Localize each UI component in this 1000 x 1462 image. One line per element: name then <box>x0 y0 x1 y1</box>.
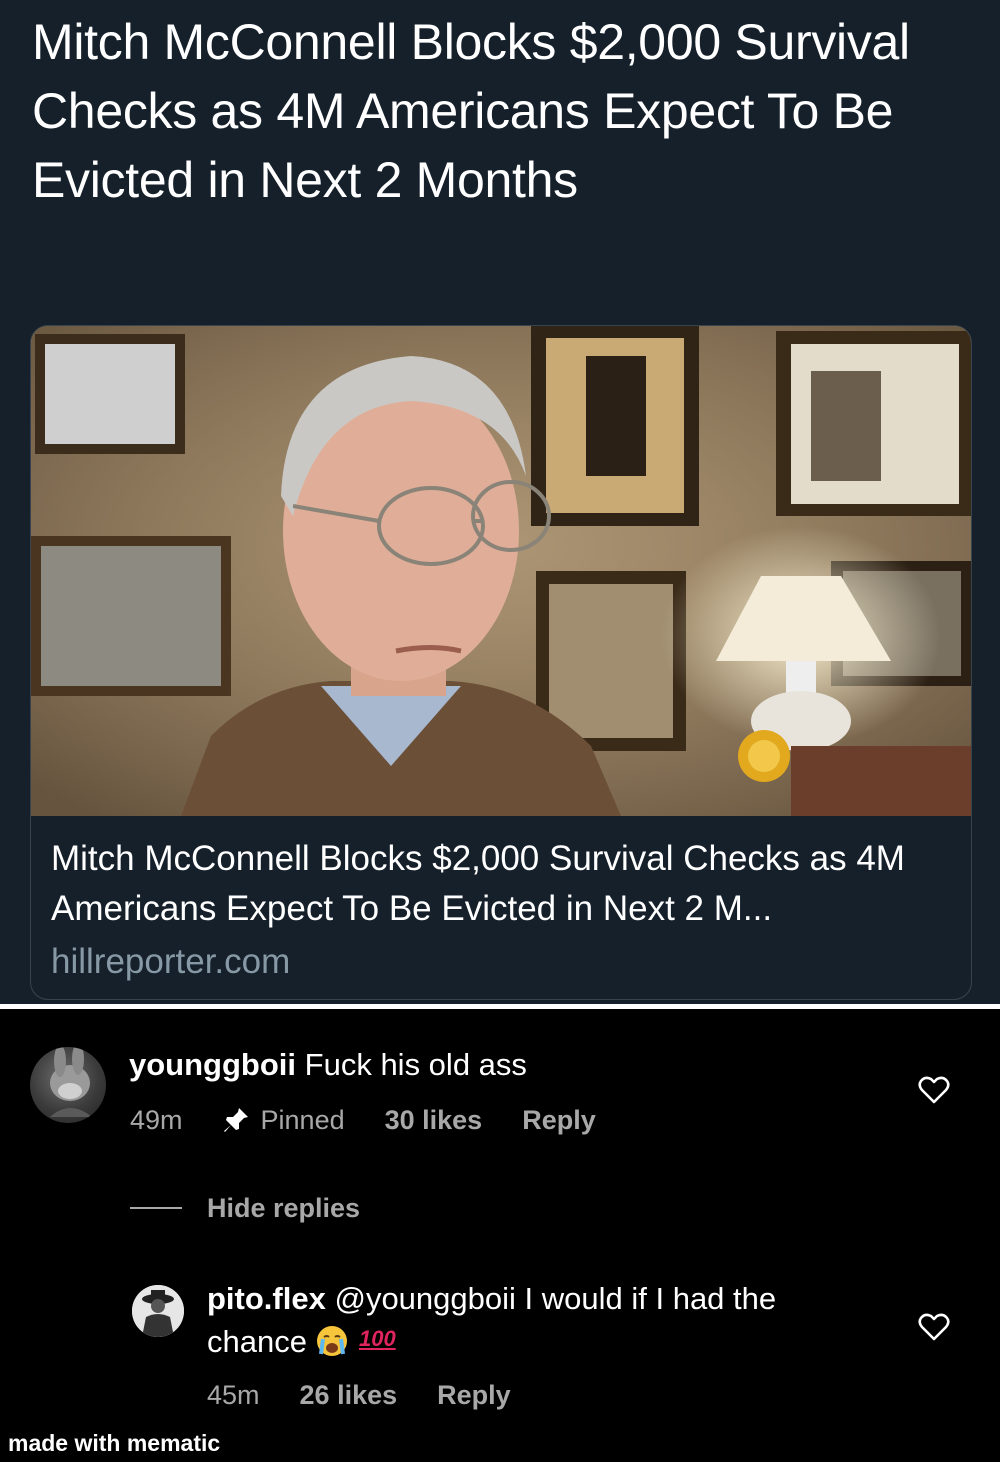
tweet-section: Mitch McConnell Blocks $2,000 Survival C… <box>0 0 1000 1004</box>
heart-icon[interactable] <box>918 1075 950 1105</box>
avatar-pito-flex[interactable] <box>132 1285 184 1337</box>
comment-likes[interactable]: 30 likes <box>385 1102 483 1138</box>
reply-meta: 45m 26 likes Reply <box>207 1377 511 1413</box>
card-title[interactable]: Mitch McConnell Blocks $2,000 Survival C… <box>51 834 961 934</box>
comment-username[interactable]: younggboii <box>129 1047 296 1082</box>
card-domain[interactable]: hillreporter.com <box>51 934 961 990</box>
pinned-label: Pinned <box>260 1105 345 1135</box>
crying-face-emoji <box>315 1324 349 1358</box>
hide-replies-button[interactable]: Hide replies <box>207 1190 360 1226</box>
reply-comment: pito.flex @younggboii I would if I had t… <box>207 1279 907 1362</box>
reply-mention[interactable]: @younggboii <box>334 1281 515 1316</box>
reply-text-line1: I would if I had the <box>524 1281 777 1316</box>
tweet-headline: Mitch McConnell Blocks $2,000 Survival C… <box>32 14 910 208</box>
comment-time: 49m <box>130 1105 183 1135</box>
hundred-points-emoji: 100 <box>358 1326 396 1351</box>
watermark-text: made with mematic <box>8 1430 221 1456</box>
hide-replies-line <box>130 1207 182 1209</box>
heart-icon-reply[interactable] <box>918 1312 950 1342</box>
comment-text: Fuck his old ass <box>304 1047 527 1082</box>
avatar-younggboii[interactable] <box>30 1047 106 1123</box>
comment-meta: 49m Pinned 30 likes Reply <box>130 1102 596 1138</box>
pin-icon <box>221 1105 251 1135</box>
reply-username[interactable]: pito.flex <box>207 1281 326 1316</box>
comments-section: younggboii Fuck his old ass 49m Pinned 3… <box>0 1009 1000 1462</box>
comment-main: younggboii Fuck his old ass <box>129 1045 527 1085</box>
reply-reply-button[interactable]: Reply <box>437 1377 511 1413</box>
reply-button[interactable]: Reply <box>522 1102 596 1138</box>
reply-text-line2: chance <box>207 1324 307 1359</box>
reply-likes[interactable]: 26 likes <box>300 1377 398 1413</box>
card-photo <box>31 326 971 816</box>
reply-time: 45m <box>207 1380 260 1410</box>
link-preview-card[interactable]: Mitch McConnell Blocks $2,000 Survival C… <box>30 325 972 1000</box>
card-text: Mitch McConnell Blocks $2,000 Survival C… <box>51 834 961 990</box>
